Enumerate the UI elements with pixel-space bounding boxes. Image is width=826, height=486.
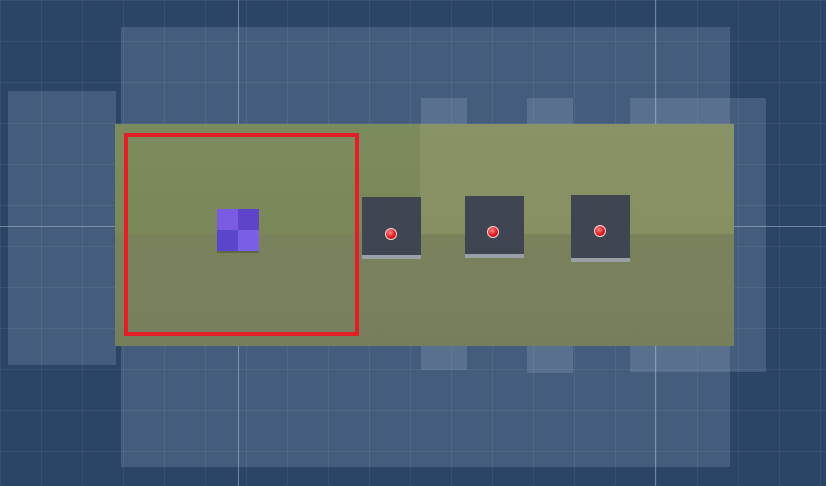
player-cube[interactable] [217, 209, 259, 251]
translucent-pane-left [8, 91, 116, 365]
scene-viewport[interactable] [0, 0, 826, 486]
target-block-1[interactable] [362, 197, 421, 259]
red-dot-icon [385, 228, 397, 240]
red-dot-icon [594, 225, 606, 237]
red-dot-icon [487, 226, 499, 238]
target-block-3[interactable] [571, 195, 630, 262]
target-block-2[interactable] [465, 196, 524, 258]
